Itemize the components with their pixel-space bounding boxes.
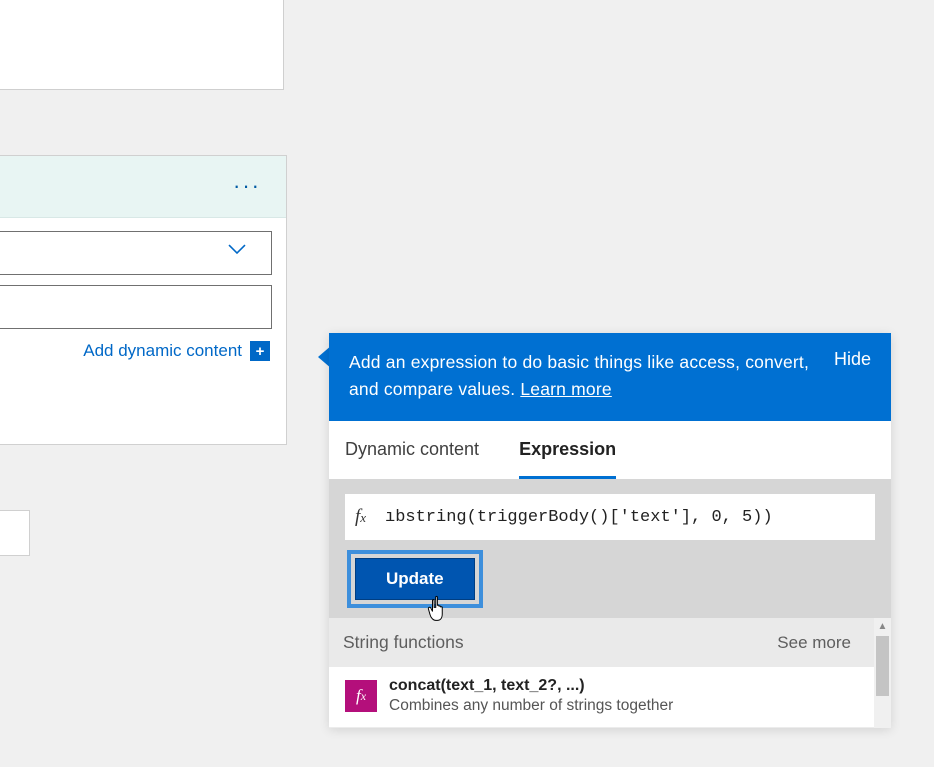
- fx-icon: fx: [345, 680, 377, 712]
- update-button[interactable]: Update: [355, 558, 475, 600]
- learn-more-link[interactable]: Learn more: [520, 379, 612, 399]
- flyout-header-text: Add an expression to do basic things lik…: [349, 349, 814, 403]
- function-group-header: String functions See more: [329, 618, 891, 667]
- update-button-highlight: Update: [347, 550, 483, 608]
- function-text: concat(text_1, text_2?, ...) Combines an…: [389, 677, 673, 715]
- expression-flyout: Add an expression to do basic things lik…: [329, 333, 891, 728]
- add-dynamic-content-label: Add dynamic content: [83, 341, 242, 361]
- action-card-header: ···: [0, 156, 286, 218]
- flyout-tabs: Dynamic content Expression: [329, 421, 891, 479]
- function-description: Combines any number of strings together: [389, 697, 673, 715]
- more-options-icon[interactable]: ···: [233, 181, 261, 191]
- expression-area: fx Update: [329, 479, 891, 618]
- expression-input[interactable]: [385, 508, 865, 527]
- flyout-header: Add an expression to do basic things lik…: [329, 333, 891, 421]
- scrollbar-thumb[interactable]: [876, 636, 889, 696]
- action-text-input[interactable]: [0, 285, 272, 329]
- scroll-up-icon[interactable]: ▲: [874, 618, 891, 634]
- next-step-stub: [0, 510, 30, 556]
- chevron-down-icon: [225, 237, 249, 266]
- function-row-concat[interactable]: fx concat(text_1, text_2?, ...) Combines…: [329, 667, 891, 728]
- plus-icon: +: [250, 341, 270, 361]
- see-more-link[interactable]: See more: [777, 633, 851, 653]
- tab-dynamic-content[interactable]: Dynamic content: [345, 421, 479, 479]
- previous-step-card: [0, 0, 284, 90]
- action-select-dropdown[interactable]: [0, 231, 272, 275]
- function-signature: concat(text_1, text_2?, ...): [389, 677, 673, 695]
- scrollbar-track[interactable]: ▲: [874, 618, 891, 728]
- function-group-label: String functions: [343, 632, 464, 653]
- hide-button[interactable]: Hide: [834, 349, 871, 370]
- expression-input-wrap: fx: [345, 494, 875, 540]
- action-card: ··· Add dynamic content +: [0, 155, 287, 445]
- fx-icon: fx: [355, 506, 385, 528]
- tab-expression[interactable]: Expression: [519, 421, 616, 479]
- add-dynamic-content-link[interactable]: Add dynamic content +: [0, 341, 272, 361]
- functions-list: String functions See more fx concat(text…: [329, 618, 891, 728]
